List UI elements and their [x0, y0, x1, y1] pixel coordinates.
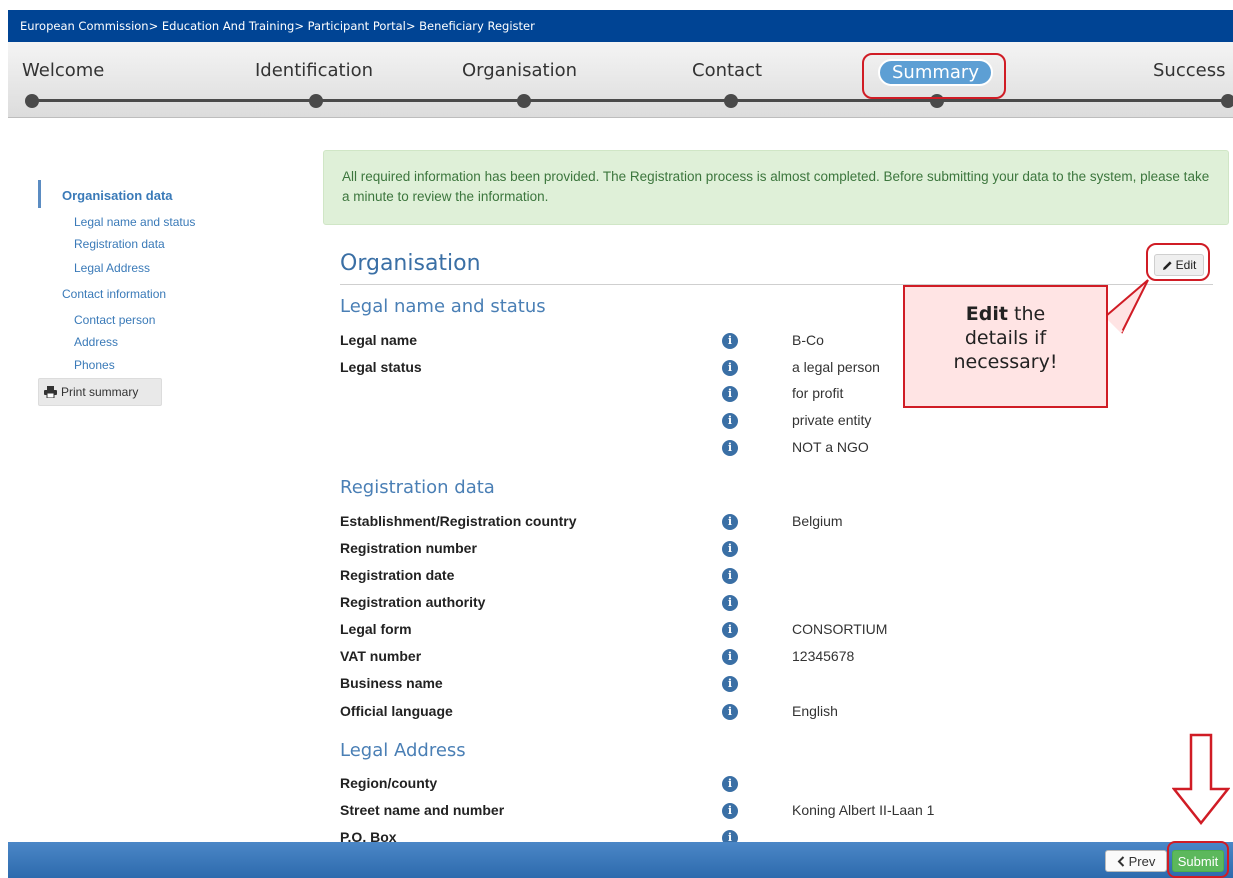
summary-highlight-box	[862, 53, 1006, 99]
info-icon[interactable]: i	[722, 333, 738, 349]
edit-callout: Edit the details if necessary!	[903, 285, 1108, 408]
prev-button[interactable]: Prev	[1105, 850, 1167, 872]
breadcrumb-separator: >	[148, 19, 159, 33]
field-value: for profit	[792, 385, 844, 401]
sidebar-item-phones[interactable]: Phones	[74, 358, 115, 372]
submit-highlight-box	[1167, 841, 1229, 878]
callout-text: details if	[964, 327, 1047, 349]
field-value: Belgium	[792, 513, 843, 529]
breadcrumb-separator: >	[294, 19, 304, 33]
field-value: English	[792, 703, 838, 719]
callout-text: the	[1007, 303, 1046, 325]
field-label: VAT number	[340, 648, 422, 664]
success-alert: All required information has been provid…	[323, 150, 1229, 225]
field-label: Legal status	[340, 359, 422, 375]
wizard-dot	[517, 94, 531, 108]
print-summary-label: Print summary	[61, 385, 139, 399]
breadcrumb-item[interactable]: Beneficiary Register	[419, 19, 535, 33]
field-value: CONSORTIUM	[792, 621, 888, 637]
field-label: Registration number	[340, 540, 477, 556]
field-label: Business name	[340, 675, 443, 691]
info-icon[interactable]: i	[722, 704, 738, 720]
sidebar-active-indicator	[38, 180, 41, 208]
wizard-dot	[25, 94, 39, 108]
info-icon[interactable]: i	[722, 676, 738, 692]
wizard-dot	[1221, 94, 1233, 108]
field-label: Street name and number	[340, 802, 505, 818]
field-label: Establishment/Registration country	[340, 513, 577, 529]
info-icon[interactable]: i	[722, 360, 738, 376]
field-value: 12345678	[792, 648, 855, 664]
sidebar-item-contact-information[interactable]: Contact information	[62, 287, 166, 301]
breadcrumb-separator: >	[405, 19, 416, 33]
callout-text: necessary!	[953, 351, 1058, 373]
sidebar-item-address[interactable]: Address	[74, 335, 118, 349]
breadcrumb-item[interactable]: European Commission	[20, 19, 149, 33]
field-value: Koning Albert II-Laan 1	[792, 802, 935, 818]
field-value: B-Co	[792, 332, 824, 348]
sidebar-item-contact-person[interactable]: Contact person	[74, 313, 155, 327]
wizard-step-contact[interactable]: Contact	[692, 60, 762, 81]
field-value: NOT a NGO	[792, 439, 869, 455]
sidebar-item-organisation-data[interactable]: Organisation data	[62, 188, 173, 203]
field-value: a legal person	[792, 359, 880, 375]
field-label: Registration authority	[340, 594, 486, 610]
wizard-dot	[309, 94, 323, 108]
chevron-left-icon	[1117, 855, 1124, 867]
section-title-legal-name: Legal name and status	[340, 296, 546, 317]
sidebar-item-legal-address[interactable]: Legal Address	[74, 261, 150, 275]
footer-bar	[8, 842, 1233, 878]
info-icon[interactable]: i	[722, 514, 738, 530]
info-icon[interactable]: i	[722, 541, 738, 557]
wizard-step-organisation[interactable]: Organisation	[462, 60, 577, 81]
wizard-dot	[724, 94, 738, 108]
breadcrumb-item[interactable]: Education And Training	[162, 19, 294, 33]
breadcrumb-item[interactable]: Participant Portal	[308, 19, 406, 33]
print-summary-button[interactable]: Print summary	[38, 378, 162, 406]
wizard-step-success[interactable]: Success	[1153, 60, 1225, 81]
section-title-legal-address: Legal Address	[340, 740, 466, 761]
callout-bold-text: Edit	[965, 303, 1008, 325]
field-label: Registration date	[340, 567, 455, 583]
callout-pointer	[1104, 279, 1149, 334]
page-root: European Commission > Education And Train…	[0, 0, 1233, 878]
wizard-step-welcome[interactable]: Welcome	[22, 60, 104, 81]
prev-label: Prev	[1128, 853, 1156, 869]
info-icon[interactable]: i	[722, 413, 738, 429]
wizard-progress: Welcome Identification Organisation Cont…	[8, 42, 1233, 118]
page-title: Organisation	[340, 251, 481, 276]
breadcrumb: European Commission > Education And Train…	[8, 10, 1233, 42]
field-value: private entity	[792, 412, 872, 428]
info-icon[interactable]: i	[722, 622, 738, 638]
info-icon[interactable]: i	[722, 649, 738, 665]
field-label: Legal form	[340, 621, 412, 637]
info-icon[interactable]: i	[722, 386, 738, 402]
edit-highlight-box	[1146, 243, 1210, 281]
field-label: Official language	[340, 703, 453, 719]
sidebar-item-legal-name[interactable]: Legal name and status	[74, 215, 195, 229]
down-arrow-annotation	[1172, 733, 1230, 825]
wizard-line	[30, 99, 1225, 102]
info-icon[interactable]: i	[722, 776, 738, 792]
section-title-registration-data: Registration data	[340, 477, 495, 498]
info-icon[interactable]: i	[722, 440, 738, 456]
printer-icon	[44, 386, 57, 398]
info-icon[interactable]: i	[722, 803, 738, 819]
sidebar-item-registration-data[interactable]: Registration data	[74, 237, 165, 251]
field-label: Legal name	[340, 332, 418, 348]
wizard-step-identification[interactable]: Identification	[255, 60, 373, 81]
info-icon[interactable]: i	[722, 595, 738, 611]
info-icon[interactable]: i	[722, 568, 738, 584]
field-label: Region/county	[340, 775, 438, 791]
